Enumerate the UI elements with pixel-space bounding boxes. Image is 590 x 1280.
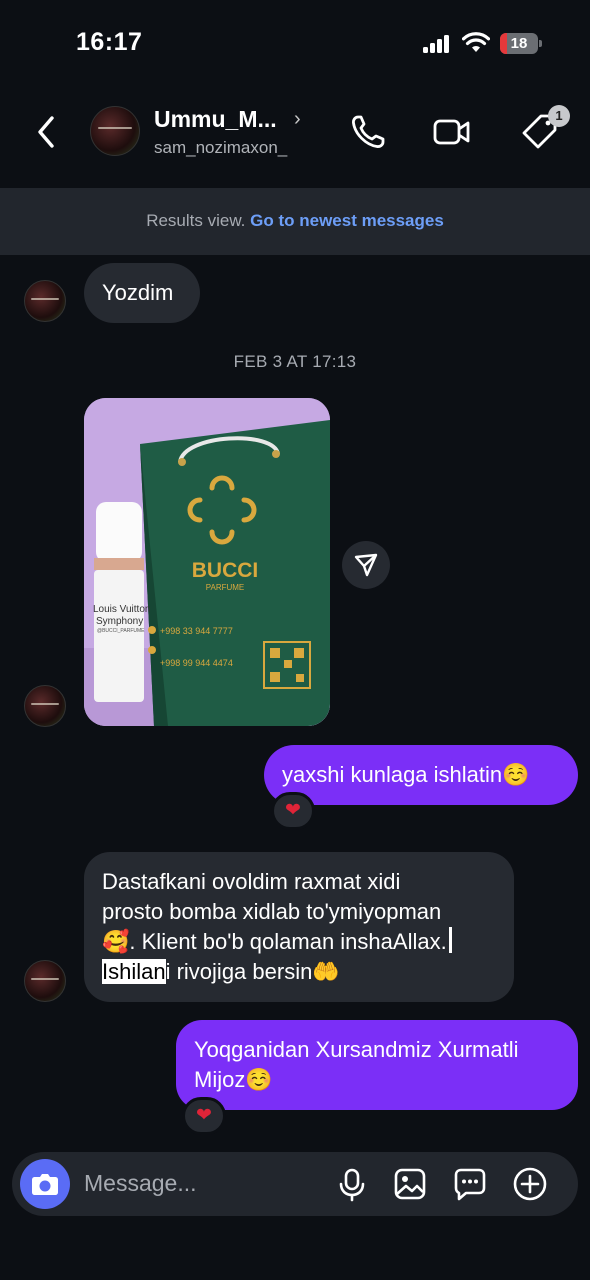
message-line: 🥰. Klient bo'b qolaman inshaAllax. — [102, 927, 496, 957]
back-chevron-icon[interactable] — [28, 110, 64, 154]
camera-button[interactable] — [20, 1159, 70, 1209]
incoming-message[interactable]: Dastafkani ovoldim raxmat xidi prosto bo… — [84, 852, 514, 1002]
camera-icon — [32, 1174, 58, 1195]
message-line: prosto bomba xidlab to'ymiyopman — [102, 899, 442, 924]
sender-avatar[interactable] — [24, 960, 66, 1002]
video-camera-icon[interactable] — [432, 112, 472, 152]
message-line: Ishilani rivojiga bersin🤲 — [102, 959, 340, 984]
results-view-bar: Results view. Go to newest messages — [0, 188, 590, 255]
sender-avatar[interactable] — [24, 280, 66, 322]
contact-name[interactable]: Ummu_M... — [154, 106, 277, 133]
bag-phone-2: +998 99 944 4474 — [160, 658, 233, 668]
message-text: Yozdim — [102, 280, 174, 305]
wifi-icon — [462, 32, 490, 52]
contact-username[interactable]: sam_nozimaxon_ — [154, 138, 287, 158]
message-line: Yoqganidan Xursandmiz Xurmatli — [194, 1037, 519, 1062]
selected-text[interactable]: Ishilan — [102, 959, 166, 984]
bag-brand: BUCCI — [192, 559, 259, 582]
message-input[interactable]: Message... — [84, 1170, 197, 1197]
go-to-newest-link[interactable]: Go to newest messages — [250, 211, 444, 230]
contact-avatar[interactable] — [90, 106, 140, 156]
incoming-message[interactable]: Yozdim — [84, 263, 200, 323]
battery-level: 18 — [510, 35, 528, 52]
status-bar: 16:17 18 — [0, 0, 590, 88]
message-text: yaxshi kunlaga ishlatin☺️ — [282, 762, 530, 787]
heart-reaction[interactable]: ❤ — [271, 792, 315, 830]
message-line: Dastafkani ovoldim raxmat xidi — [102, 869, 401, 894]
cellular-signal-icon — [423, 35, 451, 53]
selection-caret[interactable] — [448, 927, 452, 953]
photo-message[interactable]: BUCCI PARFUME +998 33 944 7777 +998 99 9… — [84, 398, 330, 726]
bottle-label-3: @BUCCI_PARFUME — [97, 628, 145, 634]
bag-phone-1: +998 33 944 7777 — [160, 626, 233, 636]
emoji: 🥰 — [102, 929, 130, 954]
date-separator: FEB 3 AT 17:13 — [233, 352, 357, 371]
sender-avatar[interactable] — [24, 685, 66, 727]
plus-circle-icon[interactable] — [512, 1166, 548, 1202]
tag-badge: 1 — [548, 105, 570, 127]
bottle-label-2: Symphony — [96, 616, 143, 627]
heart-reaction[interactable]: ❤ — [182, 1097, 226, 1135]
status-time: 16:17 — [76, 28, 143, 56]
product-photo: BUCCI PARFUME +998 33 944 7777 +998 99 9… — [84, 398, 330, 726]
chevron-right-icon[interactable]: › — [294, 108, 301, 131]
chat-bubble-icon[interactable] — [452, 1166, 488, 1202]
message-line: Mijoz☺️ — [194, 1067, 273, 1092]
microphone-icon[interactable] — [334, 1166, 370, 1202]
battery-icon: 18 — [500, 33, 542, 54]
message-composer: Message... — [12, 1152, 578, 1216]
heart-icon: ❤ — [196, 1105, 212, 1126]
bottle-label-1: Louis Vuitton — [93, 604, 150, 615]
chat-header: Ummu_M... › sam_nozimaxon_ 1 — [0, 88, 590, 188]
phone-icon[interactable] — [348, 112, 388, 152]
share-button[interactable] — [342, 541, 390, 589]
results-view-label: Results view. — [146, 211, 246, 230]
send-icon — [354, 553, 378, 577]
image-icon[interactable] — [392, 1166, 428, 1202]
outgoing-message[interactable]: yaxshi kunlaga ishlatin☺️ — [264, 745, 578, 805]
outgoing-message[interactable]: Yoqganidan Xursandmiz Xurmatli Mijoz☺️ — [176, 1020, 578, 1110]
bag-brand-sub: PARFUME — [206, 583, 245, 592]
heart-icon: ❤ — [285, 800, 301, 821]
